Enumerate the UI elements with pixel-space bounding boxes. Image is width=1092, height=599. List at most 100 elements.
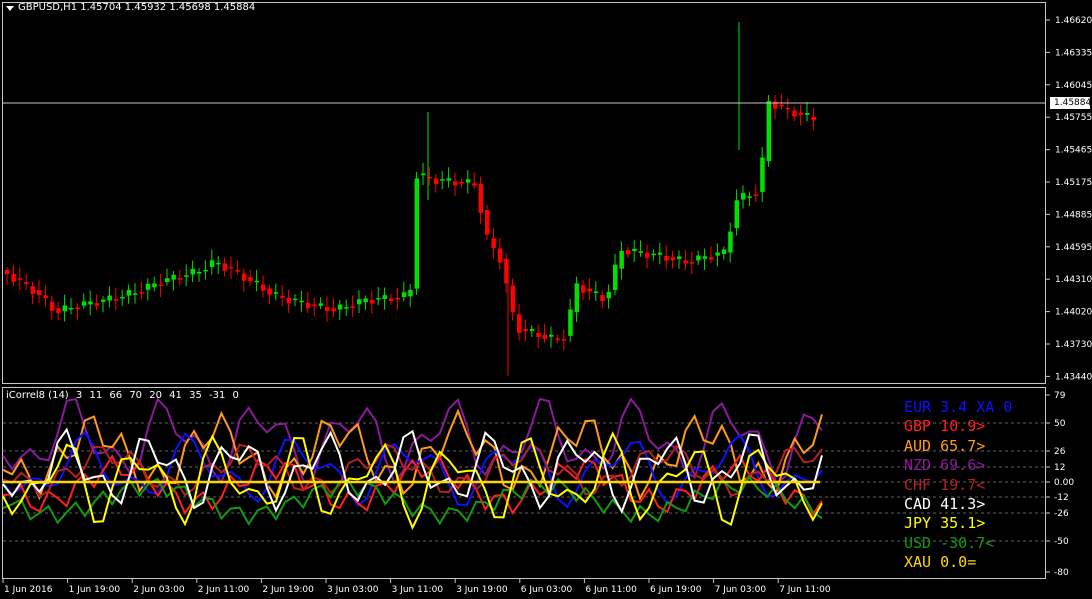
- price-tick-label: 1.46335: [1055, 48, 1092, 58]
- corr-jpy: JPY 35.1>: [904, 514, 986, 533]
- price-tick-label: 1.44310: [1055, 275, 1092, 285]
- candle-body: [728, 231, 733, 253]
- candle-body: [190, 268, 196, 275]
- indicator-tick-label: 79: [1054, 391, 1066, 401]
- ohlc-values: 1.45704 1.45932 1.45698 1.45884: [80, 2, 256, 13]
- corr-usd: USD -30.7<: [904, 533, 995, 552]
- candle-body: [645, 252, 650, 258]
- candle-body: [165, 278, 170, 282]
- candle-body: [94, 303, 100, 306]
- indicator-tick-label: 12: [1054, 463, 1065, 473]
- candle-body: [120, 296, 125, 299]
- candle-body: [37, 290, 42, 296]
- indicator-param: 41: [169, 390, 182, 401]
- candle-body: [497, 248, 503, 263]
- price-tick-label: 1.46045: [1055, 81, 1092, 91]
- time-tick-label: 1 Jun 19:00: [69, 585, 121, 595]
- candle-body: [369, 300, 375, 304]
- candle-body: [273, 292, 279, 294]
- candle-body: [741, 193, 746, 200]
- candle-body: [619, 250, 624, 269]
- chart-header: GBPUSD,H1 1.45704 1.45932 1.45698 1.4588…: [18, 2, 255, 13]
- candle-body: [337, 304, 343, 310]
- indicator-param: 0: [232, 390, 239, 401]
- candle-body: [811, 116, 816, 121]
- corr-gbp: GBP 10.9>: [904, 417, 986, 436]
- candle-body: [293, 298, 298, 301]
- candle-body: [683, 260, 688, 264]
- candle-body: [305, 302, 311, 309]
- candle-body: [606, 291, 612, 299]
- candle-body: [133, 293, 138, 295]
- candle-body: [709, 257, 714, 260]
- candle-body: [638, 251, 644, 253]
- candle-body: [625, 250, 631, 255]
- time-tick-label: 6 Jun 11:00: [585, 585, 637, 595]
- candle-body: [715, 252, 720, 256]
- candle-body: [286, 297, 292, 304]
- candle-body: [453, 181, 458, 186]
- price-tick-label: 1.45175: [1055, 178, 1092, 188]
- indicator-param: 11: [89, 390, 103, 401]
- candle-body: [766, 101, 772, 162]
- candle-body: [696, 255, 701, 261]
- candle-body: [382, 295, 388, 299]
- candle-body: [549, 334, 554, 337]
- candle-body: [318, 303, 324, 306]
- candle-body: [248, 277, 253, 281]
- candle-body: [753, 194, 759, 196]
- indicator-param: 66: [109, 390, 123, 401]
- candle-body: [465, 179, 471, 183]
- corr-xau: XAU 0.0=: [904, 553, 977, 572]
- indicator-tick-label: -50: [1054, 537, 1069, 547]
- time-tick-label: 7 Jun 11:00: [779, 585, 831, 595]
- candle-body: [254, 280, 260, 283]
- candle-body: [152, 283, 157, 288]
- chart-menu-icon[interactable]: [6, 6, 14, 11]
- candle-body: [734, 200, 740, 229]
- candle-body: [222, 263, 228, 271]
- candle-body: [24, 282, 29, 284]
- candle-body: [235, 270, 240, 272]
- candle-body: [408, 289, 413, 297]
- price-tick-label: 1.44885: [1055, 210, 1092, 220]
- candle-body: [101, 299, 106, 302]
- time-tick-label: 7 Jun 03:00: [715, 585, 767, 595]
- indicator-param: -31: [209, 390, 226, 401]
- candle-body: [107, 295, 112, 301]
- indicator-header: iCorrel8 (14) 3 11 66 70 20 41 35 -31 0: [6, 390, 243, 401]
- candle-body: [75, 307, 80, 310]
- candle-body: [529, 329, 535, 331]
- indicator-name: iCorrel8 (14): [6, 390, 69, 401]
- candle-body: [472, 183, 477, 186]
- candle-body: [702, 256, 708, 259]
- candle-body: [17, 278, 23, 280]
- candle-body: [555, 338, 560, 341]
- candle-body: [677, 256, 682, 259]
- candle-body: [56, 308, 61, 314]
- candle-body: [62, 305, 68, 312]
- candle-body: [414, 178, 420, 289]
- candle-body: [478, 183, 484, 213]
- candle-body: [325, 307, 330, 312]
- corr-eur: EUR 3.4 XA 0: [904, 398, 1013, 416]
- candle-body: [197, 272, 202, 274]
- candle-body: [779, 104, 784, 107]
- indicator-tick-label: -80: [1054, 568, 1069, 578]
- candle-body: [158, 284, 164, 287]
- candle-body: [139, 292, 144, 294]
- candle-body: [785, 107, 791, 110]
- candle-body: [542, 334, 548, 340]
- candle-body: [203, 269, 208, 272]
- candle-body: [517, 314, 522, 333]
- candle-body: [11, 274, 16, 282]
- candle-body: [145, 283, 151, 290]
- indicator-tick-label: 0.00: [1054, 478, 1074, 488]
- candle-body: [49, 301, 55, 311]
- candle-body: [69, 307, 74, 310]
- candle-body: [632, 248, 637, 252]
- corr-chf: CHF 19.7<: [904, 475, 986, 494]
- candle-body: [747, 196, 752, 198]
- candle-body: [357, 299, 362, 305]
- candle-body: [421, 173, 426, 176]
